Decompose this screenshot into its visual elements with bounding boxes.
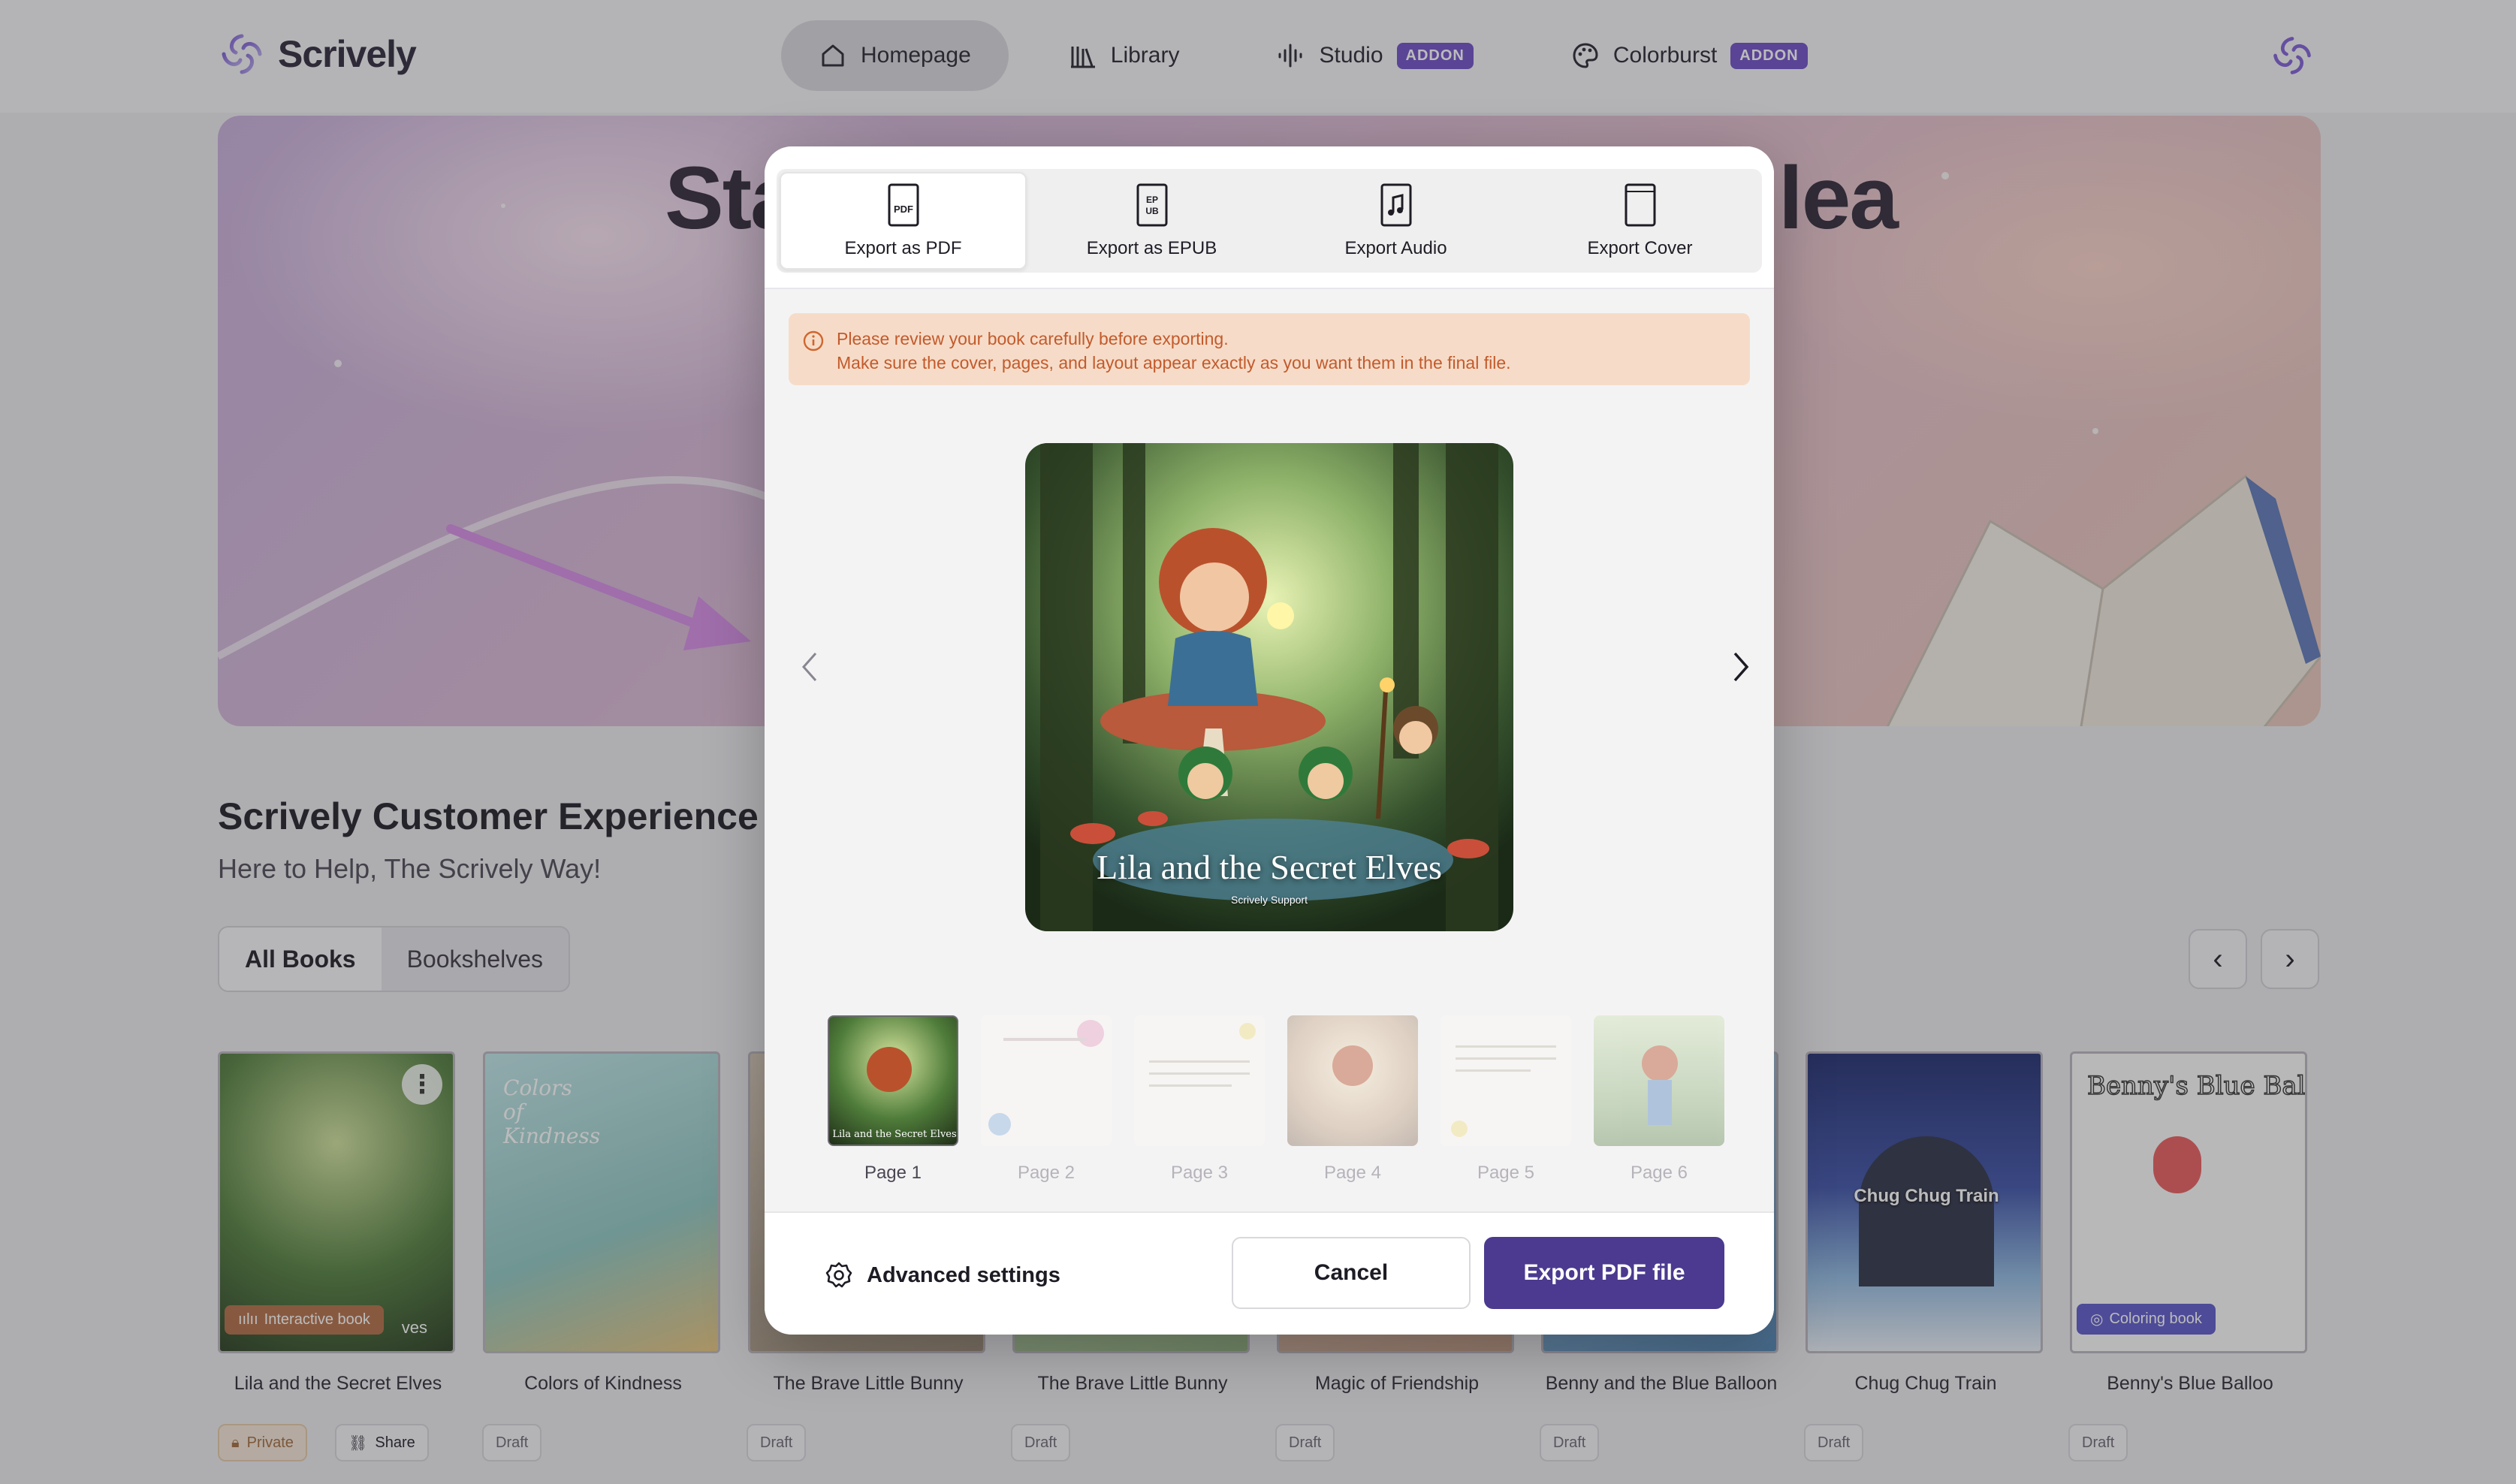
- tab-export-cover[interactable]: Export Cover: [1518, 169, 1762, 273]
- page-thumbnail-image: [1134, 1015, 1265, 1146]
- page-thumbnail[interactable]: Page 3: [1134, 1015, 1265, 1184]
- svg-text:UB: UB: [1145, 206, 1159, 216]
- tab-export-epub-label: Export as EPUB: [1086, 238, 1217, 258]
- page-label: Page 3: [1170, 1163, 1229, 1183]
- preview-book-title: Lila and the Secret Elves: [1097, 848, 1442, 886]
- cancel-button[interactable]: Cancel: [1232, 1237, 1471, 1309]
- tab-export-pdf-label: Export as PDF: [844, 238, 962, 258]
- page-preview: Lila and the Secret Elves Scrively Suppo…: [1025, 443, 1513, 931]
- page-thumbnail[interactable]: Lila and the Secret Elves Page 1: [828, 1015, 958, 1184]
- advanced-settings-button[interactable]: Advanced settings: [825, 1261, 1060, 1289]
- page-thumbnail-image: [1287, 1015, 1418, 1146]
- cover-page-icon: [1625, 183, 1655, 227]
- chevron-left-icon: [801, 653, 817, 681]
- page-thumbnail[interactable]: Page 6: [1594, 1015, 1724, 1184]
- thumbnail-title: Lila and the Secret Elves: [832, 1129, 957, 1140]
- page-thumbnail[interactable]: Page 5: [1441, 1015, 1571, 1184]
- export-tabs-header: PDF Export as PDF EP UB Export as EPUB Ex…: [765, 146, 1774, 289]
- review-warning-alert: Please review your book carefully before…: [789, 313, 1750, 385]
- preview-author: Scrively Support: [1231, 894, 1308, 906]
- info-icon: [803, 330, 824, 351]
- alert-line-1: Please review your book carefully before…: [837, 329, 1229, 348]
- export-modal: PDF Export as PDF EP UB Export as EPUB Ex…: [765, 146, 1774, 1335]
- page-label: Page 2: [1017, 1163, 1075, 1183]
- audio-file-icon: [1380, 183, 1411, 227]
- pdf-file-icon: PDF: [888, 183, 919, 227]
- tab-export-cover-label: Export Cover: [1587, 238, 1693, 258]
- page-thumbnail-image: [981, 1015, 1112, 1146]
- svg-text:PDF: PDF: [894, 204, 913, 215]
- gear-icon: [825, 1262, 852, 1288]
- page-label: Page 5: [1477, 1163, 1535, 1183]
- tab-export-audio[interactable]: Export Audio: [1274, 169, 1518, 273]
- page-thumbnail-image: Lila and the Secret Elves: [828, 1015, 958, 1146]
- page-thumbnail[interactable]: Page 2: [981, 1015, 1112, 1184]
- tab-export-audio-label: Export Audio: [1344, 238, 1447, 258]
- chevron-right-icon: [1733, 652, 1749, 682]
- tab-export-pdf[interactable]: PDF Export as PDF: [780, 172, 1027, 270]
- tab-export-epub[interactable]: EP UB Export as EPUB: [1030, 169, 1274, 273]
- page-label: Page 4: [1323, 1163, 1382, 1183]
- preview-prev-button[interactable]: [789, 646, 831, 688]
- advanced-settings-label: Advanced settings: [867, 1262, 1060, 1287]
- page-thumbnails: Lila and the Secret Elves Page 1 Page 2 …: [828, 1015, 1724, 1184]
- export-format-tabs: PDF Export as PDF EP UB Export as EPUB Ex…: [777, 169, 1762, 273]
- page-thumbnail-image: [1441, 1015, 1571, 1146]
- epub-file-icon: EPUB: [1136, 183, 1167, 227]
- modal-footer: Advanced settings Cancel Export PDF file: [765, 1211, 1774, 1335]
- page-label: Page 1: [864, 1163, 922, 1183]
- page-thumbnail-image: [1594, 1015, 1724, 1146]
- preview-next-button[interactable]: [1720, 646, 1762, 688]
- export-pdf-button[interactable]: Export PDF file: [1484, 1237, 1724, 1309]
- page-thumbnail[interactable]: Page 4: [1287, 1015, 1418, 1184]
- svg-text:EP: EP: [1145, 195, 1157, 205]
- alert-line-2: Make sure the cover, pages, and layout a…: [837, 353, 1511, 373]
- page-label: Page 6: [1630, 1163, 1688, 1183]
